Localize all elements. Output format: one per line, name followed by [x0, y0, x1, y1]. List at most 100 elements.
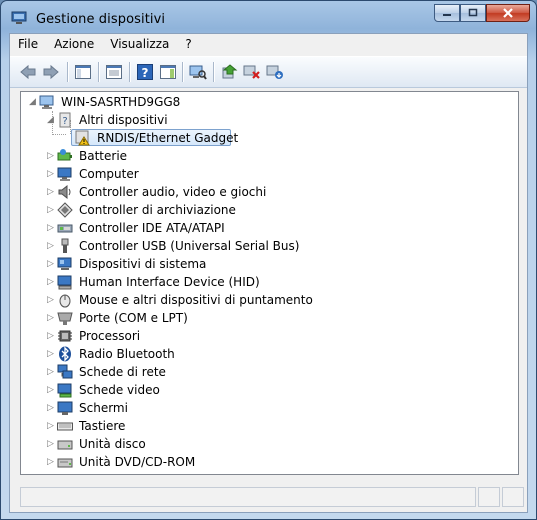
collapse-icon[interactable]: ◢ — [29, 93, 38, 111]
hid-icon — [57, 274, 73, 290]
monitor-icon — [57, 400, 73, 416]
scan-hardware-button[interactable] — [188, 63, 208, 81]
toolbar: ? — [10, 56, 527, 88]
category-label: Tastiere — [79, 419, 126, 433]
show-hide-console-tree-icon — [75, 65, 91, 79]
category-label: Schede video — [79, 383, 160, 397]
category-label: Radio Bluetooth — [79, 347, 175, 361]
category-label: Unità disco — [79, 437, 146, 451]
forward-icon — [43, 64, 59, 80]
unknown-device-icon: ? — [57, 112, 73, 128]
maximize-icon — [468, 8, 478, 17]
battery-icon — [57, 148, 73, 164]
category-label: Batterie — [79, 149, 128, 163]
client-area: File Azione Visualizza ? ? ◢ WIN-SASRTHD… — [9, 33, 528, 513]
bluetooth-icon — [57, 346, 73, 362]
disable-device-button[interactable] — [242, 63, 262, 81]
svg-text:?: ? — [142, 66, 149, 80]
uninstall-device-button[interactable] — [265, 63, 285, 81]
expand-icon[interactable]: ▷ — [47, 255, 56, 273]
back-button[interactable] — [18, 63, 38, 81]
expand-icon[interactable]: ▷ — [47, 435, 56, 453]
expand-icon[interactable]: ▷ — [47, 237, 56, 255]
category-label: Altri dispositivi — [79, 113, 168, 127]
device-tree[interactable]: ◢ WIN-SASRTHD9GG8 ◢ ? Altri dispositivi — [20, 91, 519, 475]
device-label: RNDIS/Ethernet Gadget — [97, 131, 239, 145]
expand-icon[interactable]: ▷ — [47, 327, 56, 345]
category-label: Controller audio, video e giochi — [79, 185, 267, 199]
scan-hardware-icon — [189, 65, 207, 80]
category-label: Controller IDE ATA/ATAPI — [79, 221, 225, 235]
network-adapter-icon — [57, 364, 73, 380]
action-pane-icon — [160, 65, 176, 79]
show-hide-console-tree-button[interactable] — [73, 63, 93, 81]
status-bar — [10, 482, 527, 512]
properties-button[interactable] — [104, 63, 124, 81]
disk-drive-icon — [57, 436, 73, 452]
update-driver-button[interactable] — [219, 63, 239, 81]
expand-icon[interactable]: ▷ — [47, 417, 56, 435]
window-title: Gestione dispositivi — [36, 12, 166, 27]
expand-icon[interactable]: ▷ — [47, 345, 56, 363]
mouse-icon — [57, 292, 73, 308]
port-icon — [57, 310, 73, 326]
collapse-icon[interactable]: ◢ — [47, 111, 56, 129]
action-pane-button[interactable] — [158, 63, 178, 81]
expand-icon[interactable]: ▷ — [47, 273, 56, 291]
close-button[interactable] — [486, 4, 530, 22]
tree-root-label: WIN-SASRTHD9GG8 — [61, 95, 181, 109]
expand-icon[interactable]: ▷ — [47, 147, 56, 165]
category-label: Schermi — [79, 401, 128, 415]
title-bar[interactable]: Gestione dispositivi — [1, 1, 536, 33]
expand-icon[interactable]: ▷ — [47, 183, 56, 201]
keyboard-icon — [57, 418, 73, 434]
ide-controller-icon — [57, 220, 73, 236]
storage-controller-icon — [57, 202, 73, 218]
expand-icon[interactable]: ▷ — [47, 399, 56, 417]
category-label: Processori — [79, 329, 141, 343]
expand-icon[interactable]: ▷ — [47, 381, 56, 399]
device-manager-window: Gestione dispositivi File Azione Visuali… — [0, 0, 537, 520]
menu-azione[interactable]: Azione — [46, 34, 102, 54]
category-label: Unità DVD/CD-ROM — [79, 455, 196, 469]
usb-plug-icon — [57, 238, 73, 254]
uninstall-device-icon — [266, 65, 283, 79]
category-label: Controller USB (Universal Serial Bus) — [79, 239, 300, 253]
properties-icon — [106, 65, 122, 79]
category-label: Controller di archiviazione — [79, 203, 236, 217]
expand-icon[interactable]: ▷ — [47, 219, 56, 237]
menu-bar: File Azione Visualizza ? — [10, 34, 527, 54]
warning-device-icon — [75, 130, 91, 146]
menu-help[interactable]: ? — [177, 34, 199, 54]
menu-visualizza[interactable]: Visualizza — [102, 34, 177, 54]
device-manager-app-icon — [11, 11, 27, 25]
expand-icon[interactable]: ▷ — [47, 165, 56, 183]
processor-icon — [57, 328, 73, 344]
status-segment-3 — [502, 487, 524, 507]
category-label: Schede di rete — [79, 365, 166, 379]
category-label: Porte (COM e LPT) — [79, 311, 188, 325]
close-icon — [503, 8, 513, 18]
forward-button[interactable] — [41, 63, 61, 81]
category-label: Computer — [79, 167, 139, 181]
minimize-button[interactable] — [434, 4, 460, 22]
category-label: Human Interface Device (HID) — [79, 275, 260, 289]
computer-icon — [57, 166, 73, 182]
category-label: Dispositivi di sistema — [79, 257, 207, 271]
expand-icon[interactable]: ▷ — [47, 363, 56, 381]
expand-icon[interactable]: ▷ — [47, 453, 56, 471]
category-label: Mouse e altri dispositivi di puntamento — [79, 293, 313, 307]
help-button[interactable]: ? — [135, 63, 155, 81]
status-segment-main — [20, 487, 476, 507]
svg-text:?: ? — [62, 116, 67, 127]
update-driver-icon — [222, 64, 238, 79]
computer-host-icon — [39, 94, 55, 110]
expand-icon[interactable]: ▷ — [47, 309, 56, 327]
expand-icon[interactable]: ▷ — [47, 291, 56, 309]
maximize-button[interactable] — [460, 4, 486, 22]
menu-file[interactable]: File — [10, 34, 46, 54]
help-icon: ? — [137, 64, 153, 80]
system-devices-icon — [57, 256, 73, 272]
display-adapter-icon — [57, 382, 73, 398]
expand-icon[interactable]: ▷ — [47, 201, 56, 219]
